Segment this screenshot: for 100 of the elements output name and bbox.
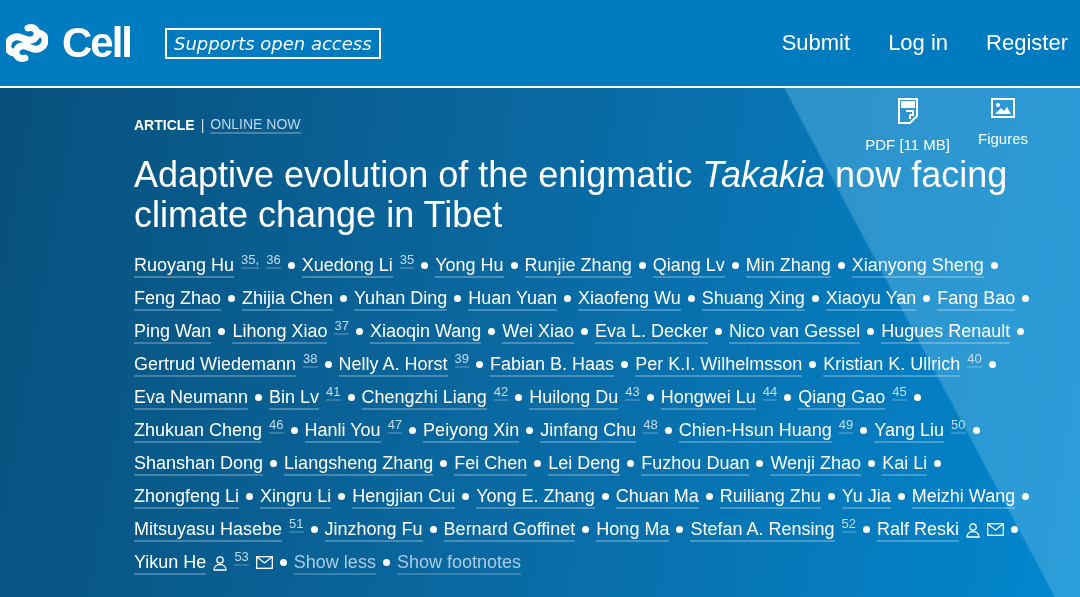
affiliation-link[interactable]: 46 xyxy=(269,418,284,434)
author-link[interactable]: Yikun He xyxy=(134,550,207,575)
author-link[interactable]: Liangsheng Zhang xyxy=(284,451,434,476)
affiliation-link[interactable]: 38 xyxy=(303,352,318,368)
nav-link[interactable]: Submit xyxy=(781,30,851,56)
affiliation-link[interactable]: 48 xyxy=(643,418,658,434)
affiliation-link[interactable]: 35 xyxy=(399,253,415,269)
author-link[interactable]: Xiaoqin Wang xyxy=(369,319,482,344)
author-link[interactable]: Ruiliang Zhu xyxy=(719,484,821,509)
author-link[interactable]: Eva L. Decker xyxy=(595,319,709,344)
author-link[interactable]: Kai Li xyxy=(882,451,928,476)
author-link[interactable]: Wenji Zhao xyxy=(770,451,862,476)
author-link[interactable]: Fuzhou Duan xyxy=(641,451,750,476)
author-link[interactable]: Fang Bao xyxy=(937,286,1016,311)
author-link[interactable]: Chengzhi Liang xyxy=(361,385,487,410)
author-link[interactable]: Meizhi Wang xyxy=(911,484,1016,509)
separator-dot xyxy=(515,394,523,401)
author-link[interactable]: Zhukuan Cheng xyxy=(134,418,263,443)
author-link[interactable]: Yu Jia xyxy=(841,484,891,509)
separator-dot xyxy=(1011,526,1018,533)
author-link[interactable]: Eva Neumann xyxy=(134,385,249,410)
author-link[interactable]: Chien-Hsun Huang xyxy=(678,418,832,443)
image-icon[interactable] xyxy=(991,98,1015,118)
author-link[interactable]: Lei Deng xyxy=(548,451,621,476)
email-icon[interactable] xyxy=(987,523,1004,536)
affiliation-link[interactable]: 41 xyxy=(326,385,341,401)
author-link[interactable]: Wei Xiao xyxy=(502,319,575,344)
affiliation-link[interactable]: 42 xyxy=(493,385,509,401)
author-link[interactable]: Xianyong Sheng xyxy=(851,253,984,278)
author-link[interactable]: Ping Wan xyxy=(134,319,212,344)
author-link[interactable]: Stefan A. Rensing xyxy=(690,517,835,542)
author-link[interactable]: Xiaofeng Wu xyxy=(577,286,681,311)
affiliation-link[interactable]: 50 xyxy=(951,418,966,434)
person-icon[interactable] xyxy=(966,521,980,538)
author-link[interactable]: Zhongfeng Li xyxy=(134,484,240,509)
author-link[interactable]: Shuang Xing xyxy=(701,286,805,311)
author-link[interactable]: Hongwei Lu xyxy=(660,385,756,410)
author-link[interactable]: Chuan Ma xyxy=(615,484,699,509)
separator-dot xyxy=(355,328,363,335)
author-link[interactable]: Jinfang Chu xyxy=(540,418,637,443)
affiliation-link[interactable]: 51 xyxy=(289,517,304,533)
affiliation-link[interactable]: 47 xyxy=(387,418,403,434)
author-link[interactable]: Fei Chen xyxy=(454,451,528,476)
author-link[interactable]: Xuedong Li xyxy=(301,253,393,278)
author-link[interactable]: Qiang Lv xyxy=(652,253,725,278)
author-link[interactable]: Shanshan Dong xyxy=(134,451,264,476)
affiliation-link[interactable]: 45 xyxy=(892,385,907,401)
author-link[interactable]: Jinzhong Fu xyxy=(324,517,423,542)
author-link[interactable]: Yong E. Zhang xyxy=(476,484,595,509)
author-link[interactable]: Qiang Gao xyxy=(798,385,886,410)
author-link[interactable]: Xiaoyu Yan xyxy=(825,286,917,311)
author-link[interactable]: Fabian B. Haas xyxy=(490,352,615,377)
author-link[interactable]: Gertrud Wiedemann xyxy=(134,352,297,377)
affiliation-link[interactable]: 35, xyxy=(241,253,260,269)
author-link[interactable]: Peiyong Xin xyxy=(423,418,520,443)
author-link[interactable]: Runjie Zhang xyxy=(524,253,632,278)
nav-link[interactable]: Log in xyxy=(888,30,949,56)
author-link[interactable]: Feng Zhao xyxy=(134,286,222,311)
author-link[interactable]: Per K.I. Wilhelmsson xyxy=(635,352,803,377)
affiliation-link[interactable]: 49 xyxy=(838,418,854,434)
author-link[interactable]: Lihong Xiao xyxy=(232,319,328,344)
pdf-file-icon[interactable] xyxy=(897,98,918,124)
affiliation-link[interactable]: 53 xyxy=(234,550,249,566)
author-link[interactable]: Hong Ma xyxy=(596,517,670,542)
affiliation-link[interactable]: 39 xyxy=(454,352,470,368)
affiliation-link[interactable]: 44 xyxy=(762,385,778,401)
tool-link[interactable]: PDF [11 MB] xyxy=(865,98,950,153)
logo-text[interactable]: Cell xyxy=(62,19,132,67)
tool-link[interactable]: Figures xyxy=(977,98,1028,153)
author-link[interactable]: Xingru Li xyxy=(260,484,332,509)
person-icon[interactable] xyxy=(213,554,228,571)
author-link[interactable]: Ruoyang Hu xyxy=(134,253,235,278)
affiliation-link[interactable]: 52 xyxy=(841,517,856,533)
author-link[interactable]: Nelly A. Horst xyxy=(338,352,448,377)
author-link[interactable]: Huilong Du xyxy=(529,385,619,410)
affiliation-link[interactable]: 37 xyxy=(334,319,349,335)
author-link[interactable]: Yong Hu xyxy=(435,253,504,278)
author-link[interactable]: Yang Liu xyxy=(874,418,945,443)
show-footnotes-link[interactable]: Show footnotes xyxy=(396,550,521,575)
author-link[interactable]: Min Zhang xyxy=(745,253,831,278)
author-link[interactable]: Mitsuyasu Hasebe xyxy=(134,517,283,542)
author-link[interactable]: Nico van Gessel xyxy=(729,319,861,344)
author-link[interactable]: Hanli You xyxy=(304,418,381,443)
show-less-link[interactable]: Show less xyxy=(293,550,376,575)
affiliation-link[interactable]: 43 xyxy=(625,385,640,401)
affiliation-link[interactable]: 36 xyxy=(266,253,281,269)
nav-link[interactable]: Register xyxy=(986,30,1068,56)
author-link[interactable]: Bin Lv xyxy=(269,385,320,410)
author-link[interactable]: Yuhan Ding xyxy=(354,286,448,311)
author-link[interactable]: Bernard Goffinet xyxy=(443,517,576,542)
separator-dot xyxy=(382,559,390,566)
author-link[interactable]: Huan Yuan xyxy=(468,286,557,311)
author-link[interactable]: Kristian K. Ullrich xyxy=(823,352,961,377)
author-link[interactable]: Ralf Reski xyxy=(877,517,959,542)
author-link[interactable]: Zhijia Chen xyxy=(242,286,334,311)
author-link[interactable]: Hugues Renault xyxy=(881,319,1011,344)
separator-dot xyxy=(934,460,942,467)
status-link[interactable]: ONLINE NOW xyxy=(210,116,301,134)
author-link[interactable]: Hengjian Cui xyxy=(352,484,456,509)
email-icon[interactable] xyxy=(255,556,273,569)
